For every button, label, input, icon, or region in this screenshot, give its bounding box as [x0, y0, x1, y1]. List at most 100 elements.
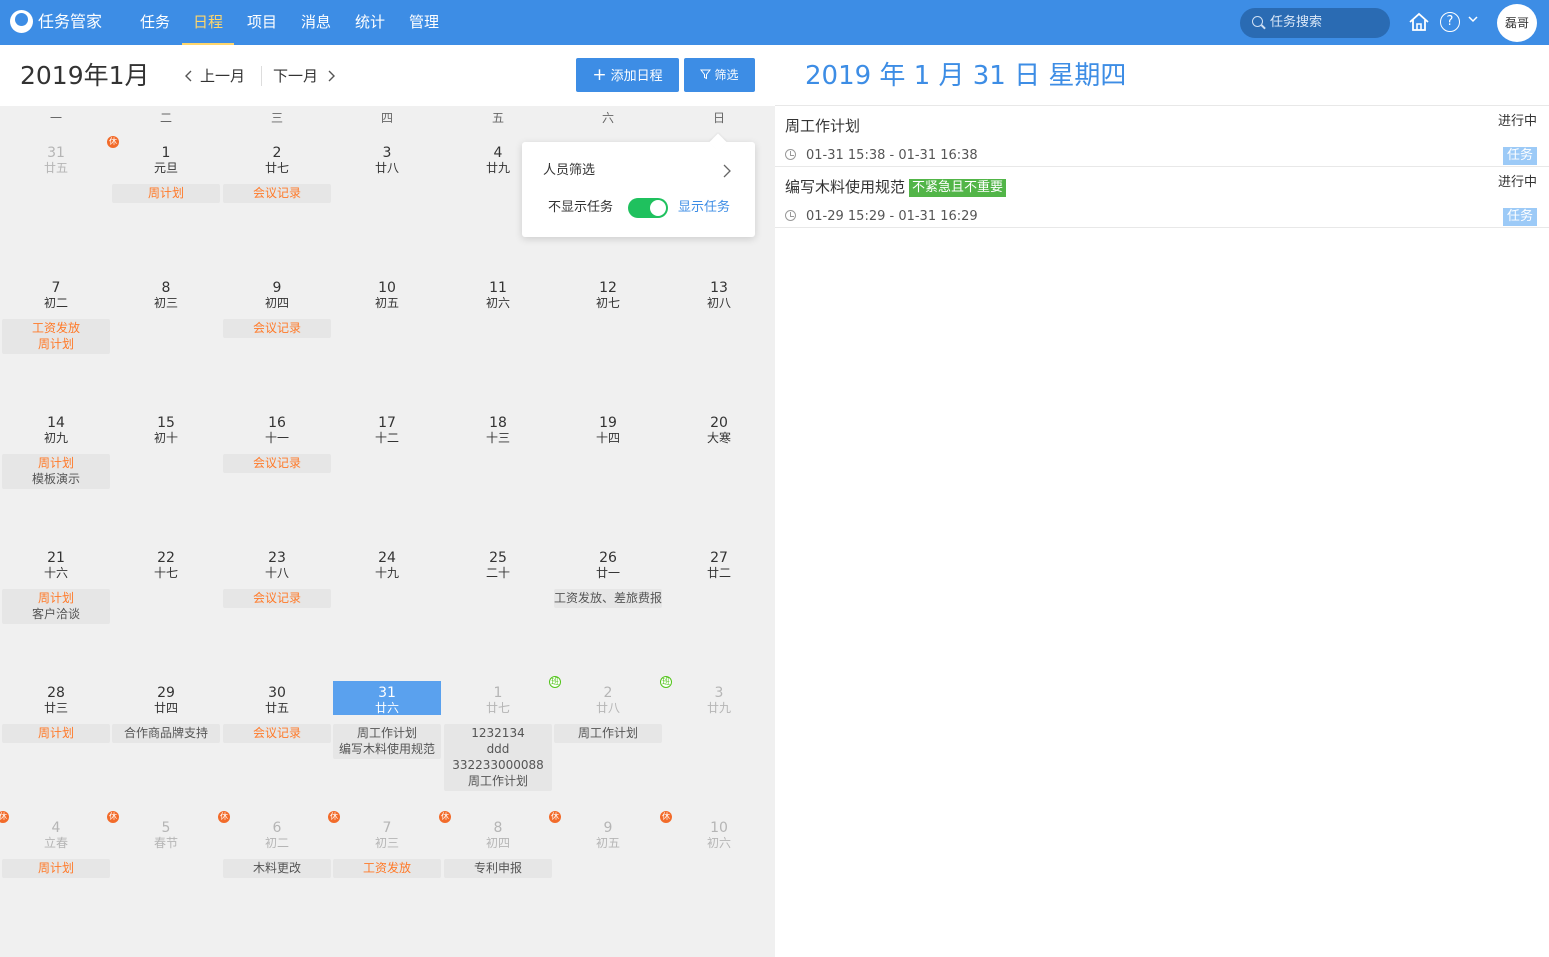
- calendar-day-cell[interactable]: 11 初六: [443, 280, 553, 415]
- event-item[interactable]: 周计划: [112, 185, 220, 201]
- calendar-day-cell[interactable]: 24 十九: [332, 550, 442, 685]
- calendar-day-cell[interactable]: 13 初八: [664, 280, 774, 415]
- calendar-day-cell[interactable]: 8 初三: [111, 280, 221, 415]
- calendar-day-cell[interactable]: 27 廿二: [664, 550, 774, 685]
- home-icon[interactable]: [1408, 11, 1430, 33]
- event-item[interactable]: 专利申报: [444, 860, 552, 876]
- calendar-day-cell[interactable]: 19 十四: [553, 415, 663, 550]
- event-item[interactable]: 工资发放: [2, 320, 110, 336]
- calendar-day-cell[interactable]: 20 大寒: [664, 415, 774, 550]
- event-item[interactable]: 客户洽谈: [2, 606, 110, 622]
- event-item[interactable]: 木料更改: [223, 860, 331, 876]
- task-title[interactable]: 周工作计划: [785, 116, 860, 136]
- calendar-day-cell[interactable]: 18 十三: [443, 415, 553, 550]
- event-item[interactable]: 会议记录: [223, 725, 331, 741]
- calendar-day-cell[interactable]: 31 廿六 周工作计划 编写木料使用规范: [332, 681, 442, 820]
- event-item[interactable]: 周计划: [2, 590, 110, 606]
- day-number: 7: [51, 280, 61, 296]
- calendar-day-cell[interactable]: 23 十八 会议记录: [222, 550, 332, 685]
- event-item[interactable]: 会议记录: [223, 185, 331, 201]
- event-item[interactable]: 合作商品牌支持: [112, 725, 220, 741]
- calendar-day-cell[interactable]: 31 廿五: [1, 145, 111, 280]
- next-month-button[interactable]: 下一月: [273, 66, 336, 86]
- day-number: 4: [51, 820, 61, 836]
- day-number: 3: [714, 685, 724, 701]
- calendar-day-cell[interactable]: 3 廿八: [332, 145, 442, 280]
- event-item[interactable]: 周工作计划: [554, 725, 662, 741]
- calendar-day-cell[interactable]: 6 初二 休木料更改: [218, 811, 332, 955]
- lunar-date: 春节: [153, 836, 178, 850]
- calendar-day-cell[interactable]: 25 二十: [443, 550, 553, 685]
- show-tasks-toggle[interactable]: [628, 198, 668, 218]
- nav-item-tasks[interactable]: 任务: [138, 0, 172, 45]
- chevron-right-icon[interactable]: [722, 164, 732, 178]
- event-item[interactable]: 工资发放: [333, 860, 441, 876]
- calendar-day-cell[interactable]: 28 廿三 周计划: [1, 685, 111, 820]
- calendar-day-cell[interactable]: 17 十二: [332, 415, 442, 550]
- day-number: 14: [47, 415, 65, 431]
- calendar-day-cell[interactable]: 9 初四 会议记录: [222, 280, 332, 415]
- calendar-day-cell[interactable]: 8 初四 休专利申报: [439, 811, 553, 955]
- event-item[interactable]: 1232134: [444, 725, 552, 741]
- event-item[interactable]: 周工作计划: [444, 773, 552, 789]
- task-item[interactable]: 编写木料使用规范 不紧急且不重要 进行中 01-29 15:29 - 01-31 …: [775, 167, 1549, 228]
- prev-month-button[interactable]: 上一月: [184, 66, 245, 86]
- lunar-date: 廿八: [595, 701, 620, 715]
- calendar-day-cell[interactable]: 16 十一 会议记录: [222, 415, 332, 550]
- nav-item-messages[interactable]: 消息: [299, 0, 333, 45]
- chevron-down-icon[interactable]: [1467, 13, 1479, 25]
- add-schedule-button[interactable]: + 添加日程: [576, 58, 679, 92]
- event-item[interactable]: 332233000088: [444, 757, 552, 773]
- filter-button[interactable]: 筛选: [684, 58, 755, 92]
- calendar-day-cell[interactable]: 29 廿四 合作商品牌支持: [111, 685, 221, 820]
- search-box[interactable]: 任务搜索: [1240, 8, 1390, 38]
- search-input[interactable]: 任务搜索: [1270, 14, 1322, 32]
- event-item[interactable]: 周计划: [2, 455, 110, 471]
- task-title[interactable]: 编写木料使用规范 不紧急且不重要: [785, 177, 1007, 197]
- calendar-day-cell[interactable]: 12 初七: [553, 280, 663, 415]
- event-list: 专利申报: [444, 859, 552, 878]
- event-list: 会议记录: [223, 454, 331, 473]
- event-item[interactable]: 会议记录: [223, 320, 331, 336]
- calendar-day-cell[interactable]: 2 廿八 班周工作计划: [549, 676, 663, 820]
- calendar-day-cell[interactable]: 2 廿七 会议记录: [222, 145, 332, 280]
- event-item[interactable]: 工资发放、差旅费报: [554, 590, 662, 606]
- avatar[interactable]: 磊哥: [1497, 4, 1537, 42]
- calendar-day-cell[interactable]: 4 立春休周计划: [0, 811, 111, 955]
- app-logo-icon[interactable]: [10, 10, 33, 33]
- event-item[interactable]: ddd: [444, 741, 552, 757]
- help-icon[interactable]: ?: [1440, 12, 1460, 32]
- event-item[interactable]: 周计划: [2, 336, 110, 352]
- nav-item-projects[interactable]: 项目: [245, 0, 279, 45]
- calendar-day-cell[interactable]: 22 十七: [111, 550, 221, 685]
- calendar-day-cell[interactable]: 30 廿五 会议记录: [222, 685, 332, 820]
- calendar-day-cell[interactable]: 26 廿一 工资发放、差旅费报: [553, 550, 663, 685]
- event-item[interactable]: 周计划: [2, 725, 110, 741]
- calendar-day-cell[interactable]: 21 十六 周计划 客户洽谈: [1, 550, 111, 685]
- task-item[interactable]: 周工作计划 进行中 01-31 15:38 - 01-31 16:38 任务: [775, 106, 1549, 167]
- calendar-day-cell[interactable]: 10 初五: [332, 280, 442, 415]
- calendar-day-cell[interactable]: 7 初二 工资发放 周计划: [1, 280, 111, 415]
- event-item[interactable]: 周计划: [2, 860, 110, 876]
- app-name[interactable]: 任务管家: [38, 11, 102, 33]
- day-number: 18: [489, 415, 507, 431]
- calendar-day-cell[interactable]: 9 初五 休: [549, 811, 663, 955]
- filter-label: 筛选: [714, 68, 739, 82]
- event-item[interactable]: 会议记录: [223, 455, 331, 471]
- person-filter-option[interactable]: 人员筛选: [543, 162, 595, 180]
- calendar-day-cell[interactable]: 14 初九 周计划 模板演示: [1, 415, 111, 550]
- event-item[interactable]: 周工作计划: [333, 725, 441, 741]
- calendar-day-cell[interactable]: 1 廿七 1232134 ddd 332233000088 周工作计划: [443, 685, 553, 820]
- calendar-day-cell[interactable]: 5 春节 休: [107, 811, 221, 955]
- event-item[interactable]: 会议记录: [223, 590, 331, 606]
- calendar-day-cell[interactable]: 3 廿九 班: [660, 676, 774, 820]
- calendar-day-cell[interactable]: 7 初三 休工资发放: [328, 811, 442, 955]
- calendar-day-cell[interactable]: 1 元旦 休周计划: [107, 136, 221, 280]
- nav-item-management[interactable]: 管理: [407, 0, 441, 45]
- calendar-day-cell[interactable]: 10 初六 休: [660, 811, 774, 955]
- calendar-day-cell[interactable]: 15 初十: [111, 415, 221, 550]
- nav-item-schedule[interactable]: 日程: [182, 0, 234, 45]
- nav-item-statistics[interactable]: 统计: [353, 0, 387, 45]
- event-item[interactable]: 模板演示: [2, 471, 110, 487]
- event-item[interactable]: 编写木料使用规范: [333, 741, 441, 757]
